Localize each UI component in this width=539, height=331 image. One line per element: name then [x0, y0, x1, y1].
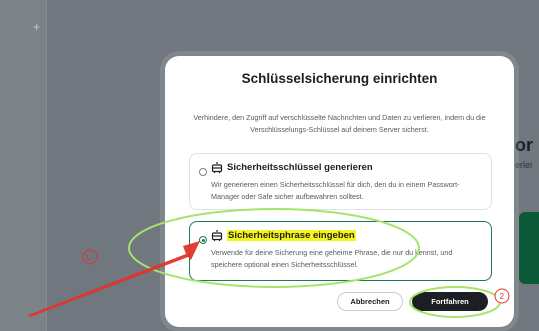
- option-generate-key[interactable]: Sicherheitsschlüssel generieren Wir gene…: [189, 153, 492, 210]
- safe-icon: [211, 162, 223, 173]
- plus-icon[interactable]: +: [33, 21, 40, 33]
- option-title: Sicherheitsschlüssel generieren: [227, 162, 373, 173]
- background-heading-fragment: or: [515, 135, 533, 155]
- key-backup-dialog: Schlüsselsicherung einrichten Verhindere…: [165, 56, 514, 327]
- option-title: Sicherheitsphrase eingeben: [227, 230, 356, 241]
- background-text-fragment: erlei: [515, 160, 533, 170]
- continue-button[interactable]: Fortfahren: [412, 292, 488, 311]
- option-security-phrase[interactable]: Sicherheitsphrase eingeben Verwende für …: [189, 221, 492, 281]
- option-description: Wir generieren einen Sicherheitsschlüsse…: [211, 180, 460, 201]
- dialog-description: Verhindere, den Zugriff auf verschlüssel…: [193, 113, 486, 134]
- dialog-title: Schlüsselsicherung einrichten: [241, 71, 438, 86]
- left-rail: +: [0, 0, 47, 331]
- radio-generate-key[interactable]: [199, 168, 207, 176]
- background-green-card: [519, 212, 539, 284]
- radio-security-phrase[interactable]: [199, 236, 207, 244]
- safe-icon: [211, 230, 223, 241]
- option-description: Verwende für deine Sicherung eine geheim…: [211, 248, 453, 269]
- cancel-button[interactable]: Abbrechen: [337, 292, 403, 311]
